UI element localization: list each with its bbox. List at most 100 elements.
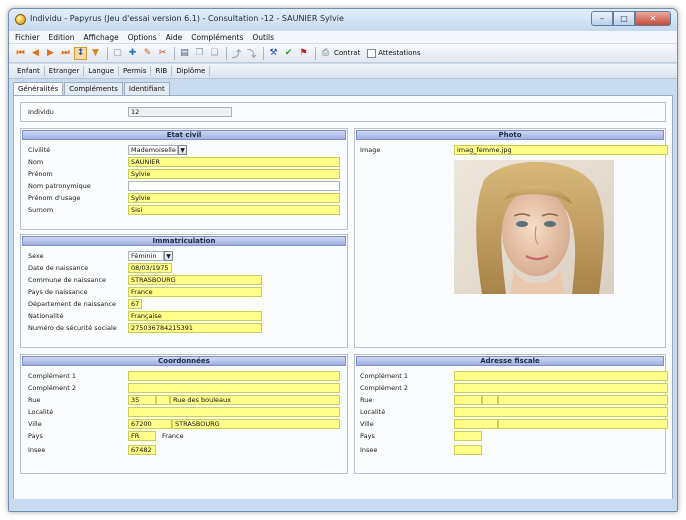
ville-label: Ville — [28, 420, 42, 428]
fiscal-rue-numero-field[interactable] — [454, 395, 482, 405]
pays-naissance-field[interactable]: France — [128, 287, 262, 297]
menu-affichage[interactable]: Affichage — [83, 33, 118, 42]
sexe-select[interactable]: Féminin — [128, 251, 164, 261]
complement2-label: Complément 2 — [28, 384, 76, 392]
nom-patronymique-field[interactable] — [128, 181, 340, 191]
delete-icon[interactable]: ✂ — [156, 47, 169, 60]
menu-outils[interactable]: Outils — [252, 33, 274, 42]
complement1-field[interactable] — [128, 371, 340, 381]
status-bar — [9, 499, 677, 511]
new-document-icon[interactable]: ▢ — [111, 47, 124, 60]
departement-naissance-field[interactable]: 67 — [128, 299, 142, 309]
menu-fichier[interactable]: Fichier — [15, 33, 40, 42]
chevron-down-icon[interactable]: ▼ — [164, 251, 173, 261]
rue-label: Rue — [28, 396, 41, 404]
image-field[interactable]: imag_femme.jpg — [454, 145, 668, 155]
tab-identifiant[interactable]: Identifiant — [123, 82, 170, 95]
date-naissance-label: Date de naissance — [28, 264, 89, 272]
prenom-field[interactable]: Sylvie — [128, 169, 340, 179]
last-record-icon[interactable]: ⏭ — [59, 47, 72, 60]
validate-icon[interactable]: ✔ — [282, 47, 295, 60]
fiscal-ville-cp-field[interactable] — [454, 419, 498, 429]
fiscal-complement2-field[interactable] — [454, 383, 668, 393]
tab-rib[interactable]: RIB — [151, 66, 173, 76]
nationalite-label: Nationalité — [28, 312, 64, 320]
tools-icon[interactable]: ⚒ — [267, 47, 280, 60]
departement-naissance-label: Département de naissance — [28, 300, 116, 308]
close-button[interactable]: ✕ — [635, 11, 671, 26]
fiscal-localite-field[interactable] — [454, 407, 668, 417]
minimize-button[interactable]: – — [591, 11, 613, 26]
individu-label: Individu — [28, 108, 54, 116]
tab-etranger[interactable]: Etranger — [45, 66, 85, 76]
nom-field[interactable]: SAUNIER — [128, 157, 340, 167]
prenom-usage-label: Prénom d'usage — [28, 194, 81, 202]
menu-options[interactable]: Options — [128, 33, 157, 42]
adresse-fiscale-header: Adresse fiscale — [356, 356, 664, 366]
maximize-button[interactable]: □ — [613, 11, 635, 26]
date-naissance-field[interactable]: 08/03/1975 — [128, 263, 172, 273]
link-icon[interactable]: ⤴ — [230, 47, 243, 60]
fiscal-ville-label: Ville — [360, 420, 374, 428]
fiscal-pays-field[interactable] — [454, 431, 482, 441]
nom-patronymique-label: Nom patronymique — [28, 182, 91, 190]
etat-civil-header: Etat civil — [22, 130, 346, 140]
rue-bis-field[interactable] — [156, 395, 170, 405]
commune-naissance-label: Commune de naissance — [28, 276, 107, 284]
fiscal-complement1-field[interactable] — [454, 371, 668, 381]
fiscal-rue-bis-field[interactable] — [482, 395, 498, 405]
menu-complements[interactable]: Compléments — [191, 33, 243, 42]
attestations-label: Attestations — [378, 49, 421, 57]
surnom-field[interactable]: Sisi — [128, 205, 340, 215]
add-icon[interactable]: ✚ — [126, 47, 139, 60]
fiscal-insee-field[interactable] — [454, 445, 482, 455]
civilite-select[interactable]: Mademoiselle — [128, 145, 178, 155]
pays-code-field[interactable]: FR — [128, 431, 156, 441]
tab-complements[interactable]: Compléments — [64, 82, 123, 95]
portrait-image — [454, 160, 614, 294]
rue-field[interactable]: Rue des bouleaux — [170, 395, 340, 405]
attestations-button[interactable]: Attestations — [367, 48, 421, 58]
tab-diplome[interactable]: Diplôme — [172, 66, 211, 76]
previous-record-icon[interactable]: ◀ — [29, 47, 42, 60]
insee-field[interactable]: 67482 — [128, 445, 156, 455]
print-icon[interactable]: ⎙ — [319, 47, 332, 60]
form-view-icon[interactable]: ▤ — [178, 47, 191, 60]
chevron-down-icon[interactable]: ▼ — [178, 145, 187, 155]
tab-enfant[interactable]: Enfant — [13, 66, 45, 76]
menu-edition[interactable]: Edition — [49, 33, 75, 42]
nationalite-field[interactable]: Française — [128, 311, 262, 321]
fiscal-pays-label: Pays — [360, 432, 375, 440]
coordonnees-header: Coordonnées — [22, 356, 346, 366]
filter-icon[interactable]: ▼ — [89, 47, 102, 60]
related-tabs-bar: Enfant Etranger Langue Permis RIB Diplôm… — [9, 64, 677, 79]
tab-generalites[interactable]: Généralités — [13, 82, 64, 95]
copy-icon[interactable]: ❐ — [193, 47, 206, 60]
sort-icon[interactable]: ↕ — [74, 46, 87, 60]
menu-aide[interactable]: Aide — [166, 33, 183, 42]
toolbar-separator — [315, 46, 316, 60]
contrat-button[interactable]: Contrat — [334, 49, 360, 57]
numero-secu-label: Numéro de sécurité sociale — [28, 324, 117, 332]
localite-field[interactable] — [128, 407, 340, 417]
fiscal-rue-field[interactable] — [498, 395, 668, 405]
tab-permis[interactable]: Permis — [119, 66, 152, 76]
unlink-icon[interactable]: ⤵ — [245, 47, 258, 60]
ville-cp-field[interactable]: 67200 — [128, 419, 172, 429]
prenom-usage-field[interactable]: Sylvie — [128, 193, 340, 203]
edit-icon[interactable]: ✎ — [141, 47, 154, 60]
sexe-label: Sexe — [28, 252, 44, 260]
rue-numero-field[interactable]: 35 — [128, 395, 156, 405]
toolbar-separator — [107, 46, 108, 60]
next-record-icon[interactable]: ▶ — [44, 47, 57, 60]
paste-icon[interactable]: ❏ — [208, 47, 221, 60]
ville-field[interactable]: STRASBOURG — [172, 419, 340, 429]
first-record-icon[interactable]: ⏮ — [14, 47, 27, 60]
fiscal-ville-field[interactable] — [498, 419, 668, 429]
commune-naissance-field[interactable]: STRASBOURG — [128, 275, 262, 285]
tab-langue[interactable]: Langue — [84, 66, 120, 76]
numero-secu-field[interactable]: 275036784215391 — [128, 323, 262, 333]
form-content: Individu 12 Etat civil Civilité Mademois… — [13, 95, 673, 501]
flag-icon[interactable]: ⚑ — [297, 47, 310, 60]
complement2-field[interactable] — [128, 383, 340, 393]
